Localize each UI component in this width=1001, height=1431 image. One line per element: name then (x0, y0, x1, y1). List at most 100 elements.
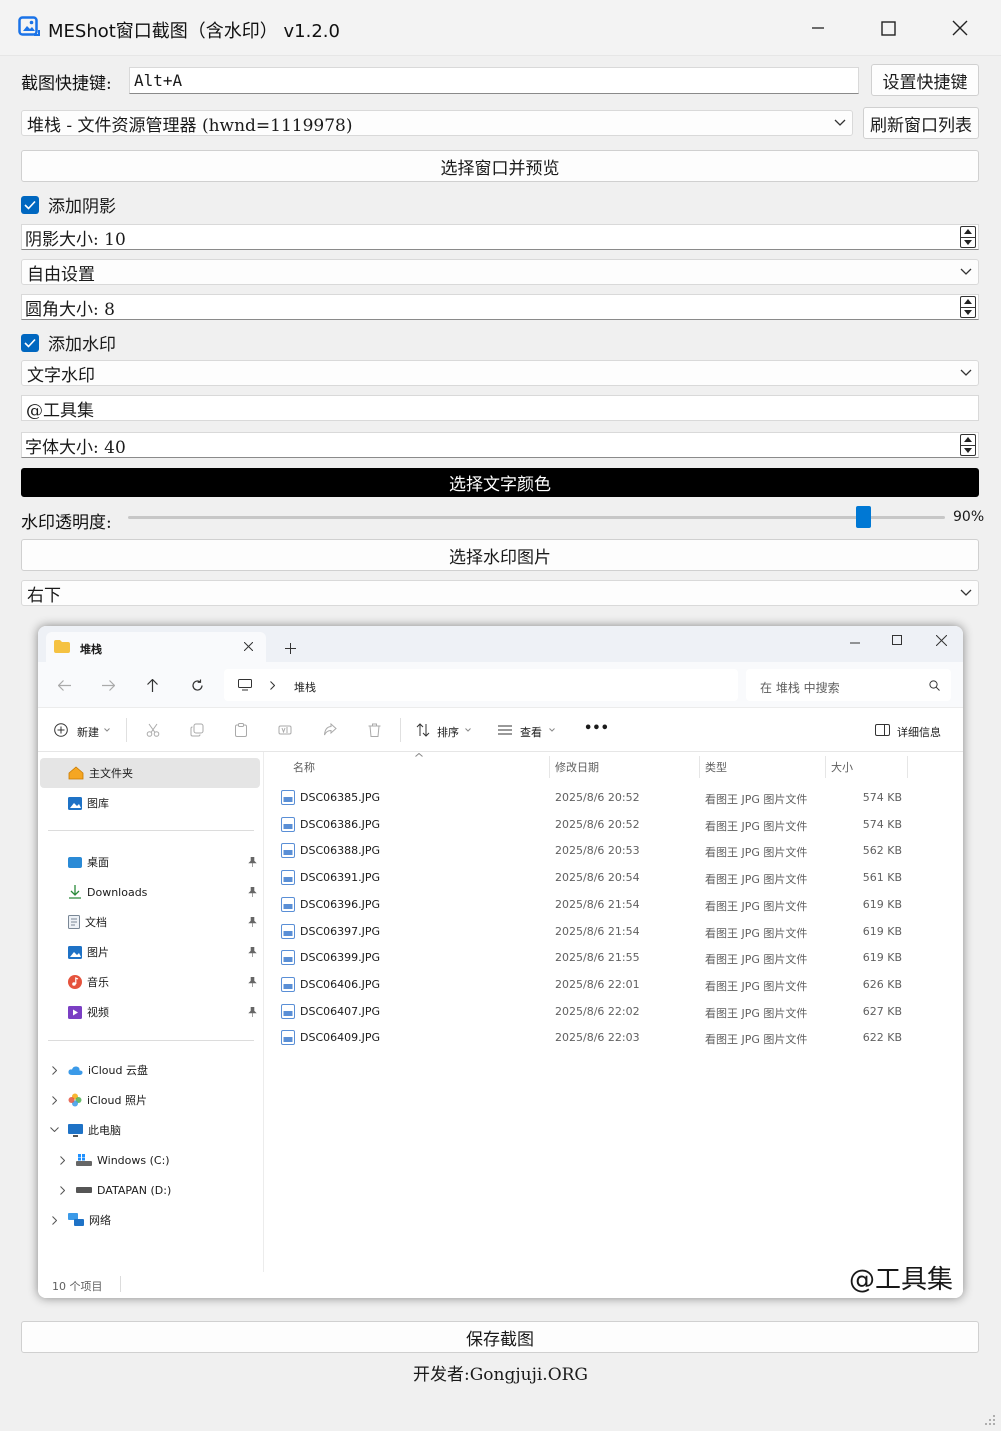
sidebar-label: Downloads (87, 885, 148, 899)
spin-down-icon[interactable] (961, 444, 975, 456)
maximize-button[interactable] (866, 10, 910, 46)
search-box: 在 堆栈 中搜索 (746, 669, 951, 701)
share-icon (324, 723, 337, 736)
gallery-icon (68, 796, 82, 810)
table-row: DSC06388.JPG 2025/8/6 20:53 看图王 JPG 图片文件 56… (264, 840, 963, 862)
file-size: 619 KB (862, 924, 902, 938)
jpg-file-icon (281, 1030, 295, 1046)
app-logo-icon (18, 16, 40, 36)
close-icon (244, 642, 253, 651)
spin-down-icon[interactable] (961, 306, 975, 318)
sidebar-item-drive-c: Windows (C:) (76, 1146, 170, 1174)
paste-icon (235, 723, 247, 737)
sidebar-item-home: 主文件夹 (68, 759, 133, 787)
add-watermark-checkbox[interactable]: 添加水印 (21, 330, 116, 355)
pin-icon (248, 917, 257, 927)
opacity-label: 水印透明度: (21, 513, 112, 533)
watermark-type-dropdown[interactable]: 文字水印 (21, 360, 979, 386)
window-select-dropdown[interactable]: 堆栈 - 文件资源管理器 (hwnd=1119978) (21, 110, 853, 136)
jpg-file-icon (281, 843, 295, 859)
jpg-file-icon (281, 870, 295, 886)
opacity-value: 90% (953, 509, 985, 525)
plus-icon (285, 643, 296, 654)
developer-credit: 开发者:Gongjuji.ORG (412, 1365, 589, 1385)
music-icon (68, 975, 82, 989)
file-date: 2025/8/6 22:03 (555, 1031, 640, 1045)
file-size: 562 KB (862, 844, 902, 858)
chevron-right-icon (60, 1186, 65, 1195)
spin-down-icon[interactable] (961, 236, 975, 248)
explorer-sidebar: 主文件夹 图库 桌面 Downloads 文档 图片 音乐 视频 iCloud … (38, 752, 264, 1272)
file-size: 626 KB (862, 977, 902, 991)
breadcrumb-current: 堆栈 (294, 681, 316, 694)
window-title: MEShot窗口截图（含水印） v1.2.0 (48, 21, 340, 42)
spin-up-icon[interactable] (961, 297, 975, 307)
watermark-position-dropdown[interactable]: 右下 (21, 580, 979, 606)
sort-icon (416, 723, 430, 737)
chevron-down-icon (465, 728, 471, 732)
minimize-icon (812, 27, 824, 29)
set-hotkey-button[interactable]: 设置快捷键 (871, 64, 979, 96)
file-name: DSC06399.JPG (300, 951, 381, 965)
file-type: 看图王 JPG 图片文件 (705, 819, 808, 833)
sidebar-item-documents: 文档 (68, 908, 107, 936)
save-screenshot-button[interactable]: 保存截图 (21, 1321, 979, 1353)
file-name: DSC06407.JPG (300, 1004, 381, 1018)
up-arrow-icon (147, 679, 158, 692)
document-icon (68, 915, 80, 929)
opacity-slider-thumb[interactable] (855, 506, 871, 528)
corner-radius-value: 圆角大小: 8 (25, 299, 115, 320)
chevron-right-icon (52, 1096, 57, 1105)
table-row: DSC06409.JPG 2025/8/6 22:03 看图王 JPG 图片文件 62… (264, 1027, 963, 1049)
opacity-slider[interactable] (128, 516, 945, 519)
explorer-toolbar: 新建 排序 查看 ••• 详细信息 (38, 708, 963, 752)
resize-grip-icon[interactable] (984, 1414, 996, 1426)
view-label: 查看 (520, 726, 542, 739)
column-header-name: 名称 (293, 761, 315, 774)
minimize-button[interactable] (796, 10, 840, 46)
file-size: 627 KB (862, 1004, 902, 1018)
font-size-value: 字体大小: 40 (25, 437, 126, 458)
copy-icon (190, 723, 204, 737)
refresh-window-list-button[interactable]: 刷新窗口列表 (863, 107, 979, 139)
watermark-text-input[interactable]: @工具集 (21, 395, 979, 421)
table-row: DSC06385.JPG 2025/8/6 20:52 看图王 JPG 图片文件 57… (264, 787, 963, 809)
search-placeholder: 在 堆栈 中搜索 (760, 681, 840, 695)
hotkey-input[interactable]: Alt+A (129, 67, 859, 94)
spin-up-icon[interactable] (961, 435, 975, 445)
font-size-spinbox[interactable]: 字体大小: 40 (21, 432, 979, 458)
sort-ascending-icon (415, 753, 423, 757)
file-size: 622 KB (862, 1031, 902, 1045)
sidebar-item-downloads: Downloads (68, 878, 147, 906)
delete-icon (368, 723, 381, 737)
add-shadow-checkbox[interactable]: 添加阴影 (21, 192, 116, 217)
corner-radius-spinbox[interactable]: 圆角大小: 8 (21, 294, 979, 320)
jpg-file-icon (281, 790, 295, 805)
file-type: 看图王 JPG 图片文件 (705, 1006, 808, 1020)
file-name: DSC06385.JPG (300, 791, 381, 804)
download-icon (69, 885, 81, 899)
shadow-mode-dropdown[interactable]: 自由设置 (21, 259, 979, 285)
close-button[interactable] (938, 10, 982, 46)
file-date: 2025/8/6 20:53 (555, 844, 640, 858)
title-bar[interactable]: MEShot窗口截图（含水印） v1.2.0 (0, 0, 1001, 56)
file-name: DSC06406.JPG (300, 977, 381, 991)
shadow-size-spinbox[interactable]: 阴影大小: 10 (21, 224, 979, 250)
sidebar-label: 文档 (85, 916, 107, 929)
sidebar-label: DATAPAN (D:) (97, 1183, 172, 1197)
spin-up-icon[interactable] (961, 227, 975, 237)
choose-text-color-button[interactable]: 选择文字颜色 (21, 468, 979, 497)
pin-icon (248, 887, 257, 897)
cloud-icon (68, 1065, 83, 1075)
file-type: 看图王 JPG 图片文件 (705, 793, 808, 806)
shadow-mode-value: 自由设置 (27, 264, 95, 285)
choose-watermark-image-button[interactable]: 选择水印图片 (21, 539, 979, 571)
column-header-date: 修改日期 (555, 761, 599, 774)
jpg-file-icon (281, 816, 295, 832)
view-icon (498, 725, 512, 735)
chevron-down-icon (960, 589, 972, 596)
file-size: 561 KB (862, 871, 902, 885)
network-icon (68, 1213, 84, 1226)
select-window-preview-button[interactable]: 选择窗口并预览 (21, 150, 979, 182)
checkbox-checked-icon (21, 333, 39, 352)
